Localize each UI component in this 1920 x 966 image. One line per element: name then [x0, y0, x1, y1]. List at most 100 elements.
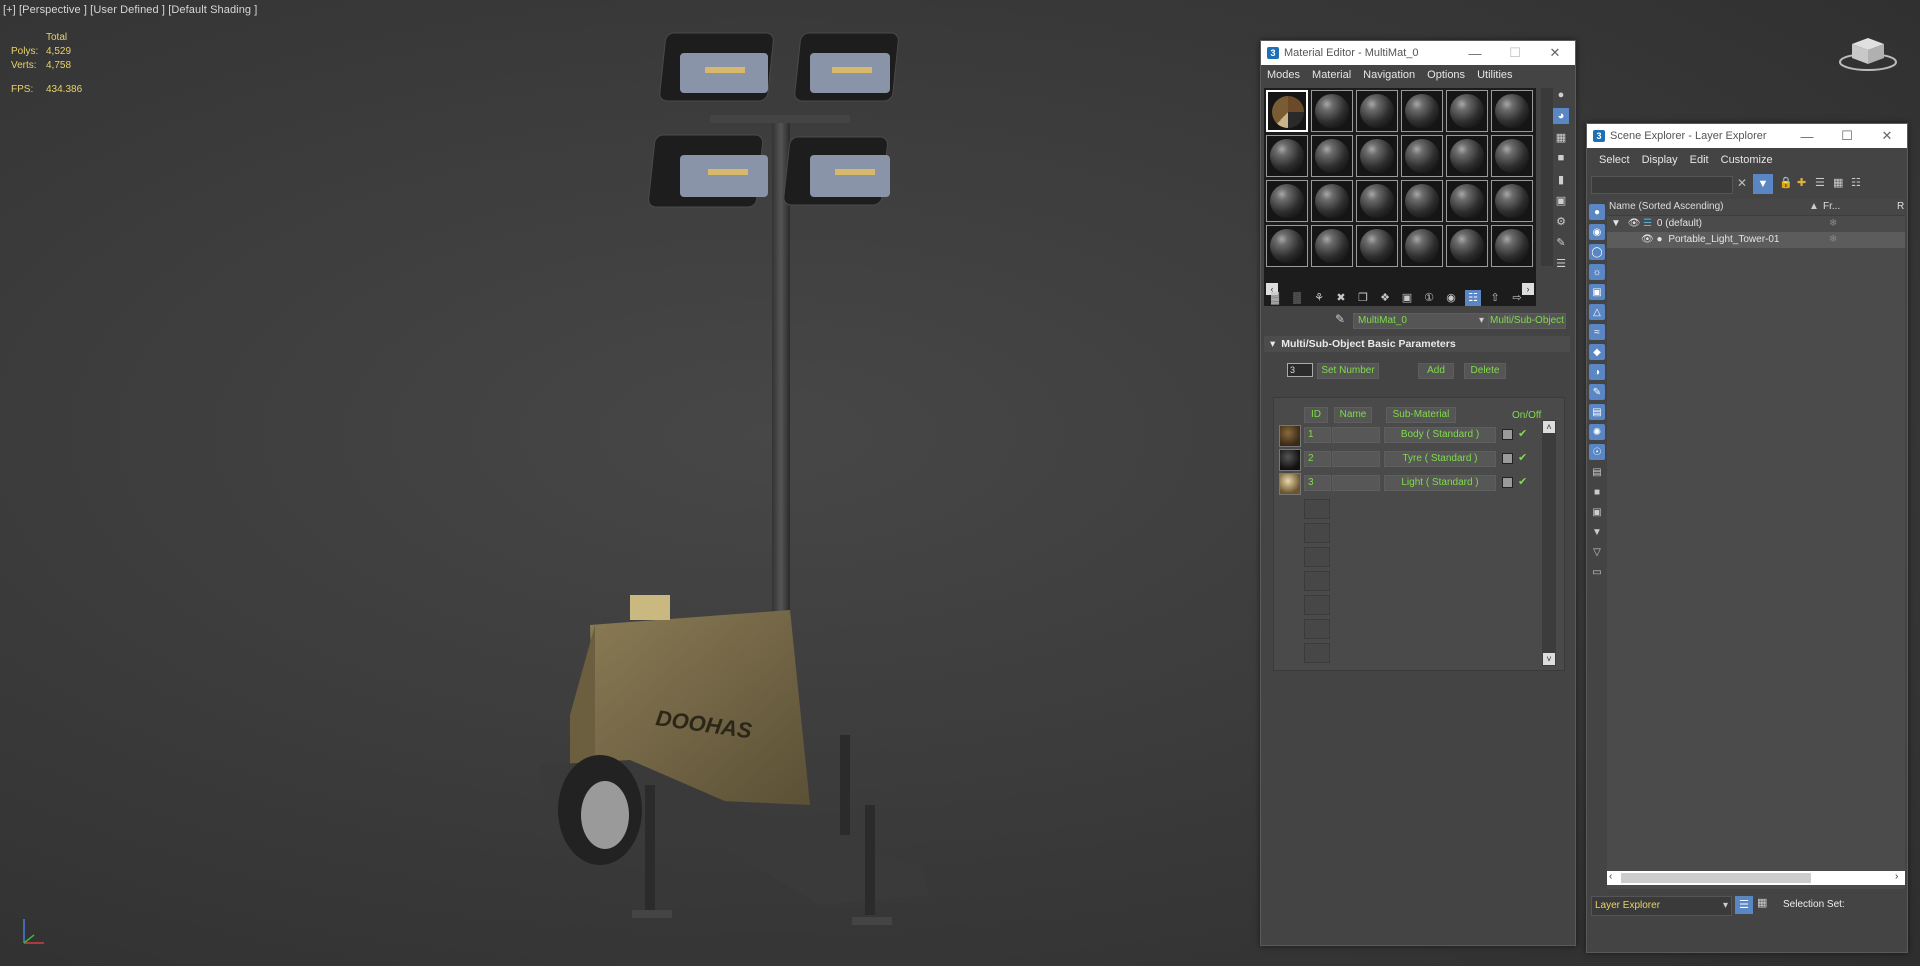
scene-search-input[interactable]: [1591, 176, 1733, 194]
show-shaded-material-icon[interactable]: ◉: [1443, 290, 1459, 306]
display-geometry-icon[interactable]: ◉: [1589, 224, 1605, 240]
display-shapes-icon[interactable]: ◯: [1589, 244, 1605, 260]
menu-customize[interactable]: Customize: [1715, 154, 1779, 166]
backlight-icon[interactable]: ◕: [1553, 108, 1569, 124]
sample-slot[interactable]: [1356, 90, 1398, 132]
put-to-library-icon[interactable]: ▣: [1399, 290, 1415, 306]
sample-slot[interactable]: [1311, 135, 1353, 177]
row-color-swatch[interactable]: [1502, 453, 1513, 464]
sample-slot[interactable]: [1356, 180, 1398, 222]
sample-slot[interactable]: [1266, 135, 1308, 177]
scroll-right-button[interactable]: ›: [1895, 871, 1898, 882]
sub-material-thumbnail[interactable]: [1279, 425, 1301, 447]
close-button[interactable]: ✕: [1535, 45, 1575, 61]
minimize-button[interactable]: —: [1787, 129, 1827, 144]
explorer-mode-dropdown[interactable]: Layer Explorer ▾: [1591, 896, 1732, 916]
menu-material[interactable]: Material: [1306, 69, 1357, 81]
set-number-button[interactable]: Set Number: [1317, 363, 1379, 379]
row-on-checkbox[interactable]: ✔: [1518, 475, 1527, 488]
row-on-checkbox[interactable]: ✔: [1518, 427, 1527, 440]
column-name-header[interactable]: Name (Sorted Ascending): [1609, 199, 1724, 215]
sample-slot[interactable]: [1356, 135, 1398, 177]
visibility-eye-icon[interactable]: 👁: [1641, 234, 1654, 245]
display-spacewarps-icon[interactable]: ≈: [1589, 324, 1605, 340]
rollout-header[interactable]: ▾ Multi/Sub-Object Basic Parameters: [1264, 336, 1570, 352]
material-id-navigator-icon[interactable]: ☰: [1553, 255, 1569, 271]
display-hidden-icon[interactable]: ▤: [1589, 464, 1605, 480]
hierarchy-mode-icon[interactable]: ▦: [1757, 896, 1767, 909]
make-copy-icon[interactable]: ❐: [1355, 290, 1371, 306]
scene-explorer-window[interactable]: 3 Scene Explorer - Layer Explorer — ☐ ✕ …: [1586, 123, 1908, 953]
assign-to-selection-icon[interactable]: ⚘: [1311, 290, 1327, 306]
make-preview-icon[interactable]: ▣: [1553, 192, 1569, 208]
slots-vertical-scrollbar[interactable]: [1541, 88, 1553, 266]
tree-horizontal-scrollbar[interactable]: ‹ ›: [1607, 871, 1905, 885]
scene-explorer-titlebar[interactable]: 3 Scene Explorer - Layer Explorer — ☐ ✕: [1587, 124, 1907, 148]
sample-slot[interactable]: [1401, 135, 1443, 177]
sample-slot[interactable]: [1356, 225, 1398, 267]
sample-slot[interactable]: [1311, 90, 1353, 132]
close-button[interactable]: ✕: [1867, 128, 1907, 144]
column-renderable-header[interactable]: R: [1897, 199, 1904, 215]
sample-slot[interactable]: [1446, 180, 1488, 222]
video-color-check-icon[interactable]: ▮: [1553, 171, 1569, 187]
sample-type-icon[interactable]: ●: [1553, 87, 1569, 103]
add-button[interactable]: Add: [1418, 363, 1454, 379]
minimize-button[interactable]: —: [1455, 46, 1495, 61]
row-color-swatch[interactable]: [1502, 477, 1513, 488]
menu-select[interactable]: Select: [1587, 154, 1636, 166]
layer-stack-icon[interactable]: ☰: [1735, 896, 1753, 914]
lock-icon[interactable]: 🔒: [1779, 176, 1793, 189]
row-name-field[interactable]: [1332, 427, 1380, 443]
material-editor-titlebar[interactable]: 3 Material Editor - MultiMat_0 — ☐ ✕: [1261, 41, 1575, 65]
sample-slot[interactable]: [1491, 90, 1533, 132]
material-type-button[interactable]: Multi/Sub-Object: [1488, 313, 1566, 329]
tree-row-layer[interactable]: ▼ 👁 ☰ 0 (default) ❄: [1611, 216, 1901, 232]
sample-slot[interactable]: [1446, 135, 1488, 177]
display-lights-icon[interactable]: ☼: [1589, 264, 1605, 280]
clear-search-icon[interactable]: ✕: [1737, 176, 1747, 190]
sample-slot[interactable]: [1401, 225, 1443, 267]
display-bones-icon[interactable]: ✎: [1589, 384, 1605, 400]
viewcube[interactable]: [1838, 30, 1898, 72]
display-helpers-icon[interactable]: △: [1589, 304, 1605, 320]
row-color-swatch[interactable]: [1502, 429, 1513, 440]
freeze-icon[interactable]: ❄: [1829, 232, 1837, 248]
filter-paint-icon[interactable]: ▼: [1589, 524, 1605, 540]
put-to-scene-icon[interactable]: ▒: [1289, 290, 1305, 306]
sample-slot[interactable]: [1311, 180, 1353, 222]
row-sub-material-button[interactable]: Body ( Standard ): [1384, 427, 1496, 443]
expand-icon[interactable]: ▼: [1611, 218, 1621, 229]
display-frozen-icon[interactable]: ☉: [1589, 444, 1605, 460]
sample-slot[interactable]: [1266, 225, 1308, 267]
sub-material-thumbnail[interactable]: [1279, 449, 1301, 471]
filter-toggle-icon[interactable]: ▼: [1753, 174, 1773, 194]
reset-map-icon[interactable]: ✖: [1333, 290, 1349, 306]
sample-slot[interactable]: [1446, 225, 1488, 267]
folder-icon[interactable]: ▭: [1589, 564, 1605, 580]
menu-display[interactable]: Display: [1636, 154, 1684, 166]
select-by-material-icon[interactable]: ✎: [1553, 234, 1569, 250]
select-invert-icon[interactable]: ▣: [1589, 504, 1605, 520]
scrollbar-thumb[interactable]: [1621, 873, 1811, 883]
visibility-eye-icon[interactable]: 👁: [1628, 218, 1641, 229]
sample-slot[interactable]: [1491, 225, 1533, 267]
sample-slot-active[interactable]: [1266, 90, 1308, 132]
display-xrefs-icon[interactable]: ◑: [1589, 364, 1605, 380]
sub-material-thumbnail[interactable]: [1279, 473, 1301, 495]
get-material-icon[interactable]: ▓: [1267, 290, 1283, 306]
sub-material-scrollbar[interactable]: ˄ ˅: [1542, 420, 1556, 666]
sample-slot[interactable]: [1491, 180, 1533, 222]
display-cameras-icon[interactable]: ▣: [1589, 284, 1605, 300]
new-layer-icon[interactable]: ✚: [1797, 176, 1806, 189]
delete-button[interactable]: Delete: [1464, 363, 1506, 379]
menu-modes[interactable]: Modes: [1261, 69, 1306, 81]
row-sub-material-button[interactable]: Tyre ( Standard ): [1384, 451, 1496, 467]
freeze-icon[interactable]: ❄: [1829, 216, 1837, 232]
eyedropper-icon[interactable]: ✎: [1335, 312, 1345, 326]
hierarchy-icon[interactable]: ▦: [1833, 176, 1843, 189]
row-sub-material-button[interactable]: Light ( Standard ): [1384, 475, 1496, 491]
set-number-input[interactable]: 3: [1287, 363, 1313, 377]
viewport-label[interactable]: [+] [Perspective ] [User Defined ] [Defa…: [3, 4, 257, 16]
sample-uv-tiling-icon[interactable]: ■: [1553, 150, 1569, 166]
